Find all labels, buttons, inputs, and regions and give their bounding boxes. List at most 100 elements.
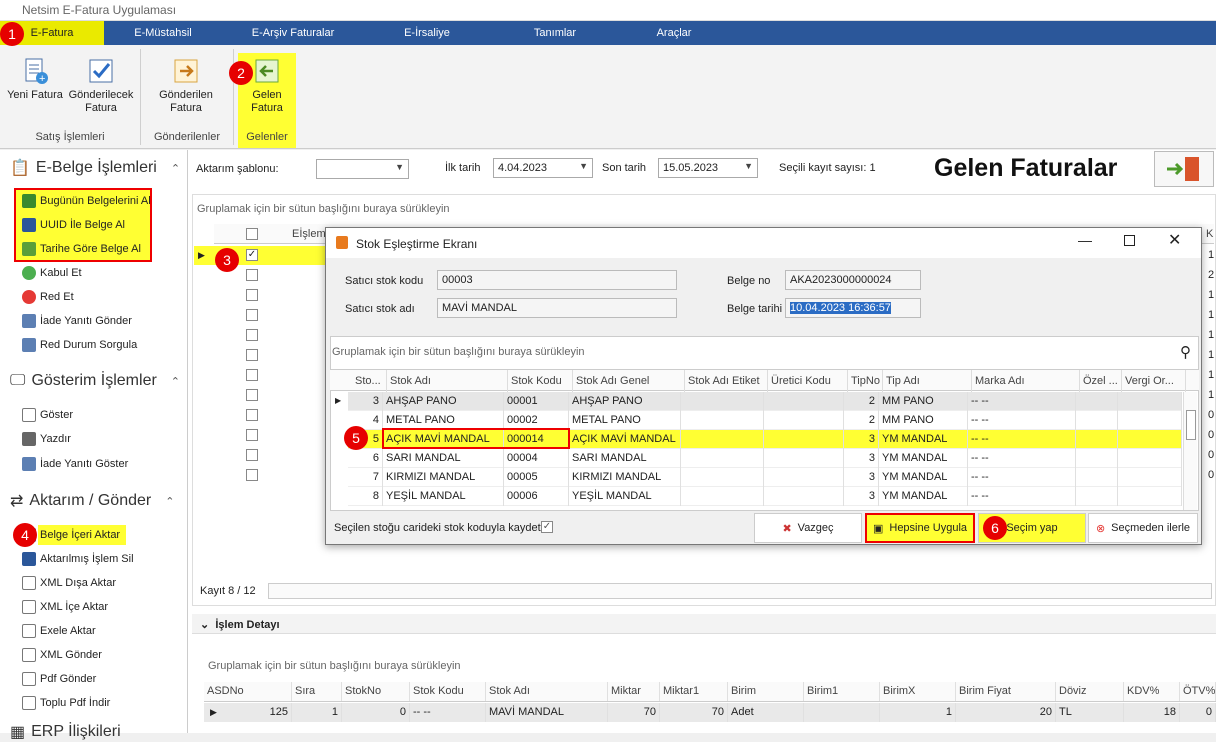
row-checkbox[interactable] <box>246 369 258 381</box>
stok-col-header[interactable]: Stok Kodu <box>508 370 573 392</box>
sidebar-item-iade-goster[interactable]: İade Yanıtı Göster <box>22 454 128 474</box>
stok-cell: 2 <box>844 392 879 411</box>
detail-col-header[interactable]: Miktar <box>608 682 660 701</box>
vazgec-button[interactable]: ✖ Vazgeç <box>754 513 862 543</box>
detail-col-header[interactable]: StokNo <box>342 682 410 701</box>
row-checkbox[interactable] <box>246 409 258 421</box>
secmeden-ilerle-button[interactable]: ⊗ Seçmeden ilerle <box>1088 513 1198 543</box>
detail-col-header[interactable]: Stok Kodu <box>410 682 486 701</box>
minimize-icon[interactable]: — <box>1078 232 1092 248</box>
detail-col-header[interactable]: Birim <box>728 682 804 701</box>
tab-e-mustahsil[interactable]: E-Müstahsil <box>108 21 218 45</box>
stok-col-header[interactable]: Stok Adı <box>387 370 508 392</box>
sidebar-item-xml-gonder[interactable]: XML Gönder <box>22 645 102 665</box>
belge-no-field[interactable]: AKA2023000000024 <box>785 270 921 290</box>
sidebar-item-yazdir[interactable]: Yazdır <box>22 429 71 449</box>
save-checkbox[interactable]: ✓ <box>541 521 553 533</box>
stok-cell <box>681 430 764 449</box>
row-checkbox[interactable]: ✓ <box>246 249 258 261</box>
tab-e-arsiv[interactable]: E-Arşiv Faturalar <box>222 21 364 45</box>
sidebar-item-exele[interactable]: Exele Aktar <box>22 621 96 641</box>
stok-row[interactable]: 7 KIRMIZI MANDAL 00005 KIRMIZI MANDAL 3 YM MA… <box>348 468 1182 487</box>
checkmark-icon <box>86 57 116 85</box>
dialog-app-icon <box>336 236 348 249</box>
section-aktarim[interactable]: ⇄ Aktarım / Gönder ⌃ <box>10 491 174 511</box>
belge-tarihi-field[interactable]: 10.04.2023 16:36:57 <box>785 298 921 318</box>
sidebar-item-xml-disa[interactable]: XML Dışa Aktar <box>22 573 116 593</box>
stok-row[interactable]: 6 SARI MANDAL 00004 SARI MANDAL 3 YM MANDAL --… <box>348 449 1182 468</box>
son-tarih-input[interactable]: 15.05.2023 ▼ <box>658 158 758 178</box>
detail-header[interactable] <box>192 614 1216 634</box>
sidebar-item-tarih[interactable]: Tarihe Göre Belge Al <box>22 239 141 259</box>
detail-col-header[interactable]: Birim Fiyat <box>956 682 1056 701</box>
satici-stok-kodu-field[interactable]: 00003 <box>437 270 677 290</box>
detail-col-header[interactable]: Miktar1 <box>660 682 728 701</box>
stok-col-header[interactable]: TipNo <box>848 370 883 392</box>
sidebar-item-goster[interactable]: Göster <box>22 405 73 425</box>
horizontal-scrollbar[interactable] <box>268 583 1212 599</box>
row-checkbox[interactable] <box>246 309 258 321</box>
sidebar-item-toplu-pdf[interactable]: Toplu Pdf İndir <box>22 693 110 713</box>
close-icon[interactable]: ✕ <box>1168 230 1181 250</box>
detail-col-header[interactable]: BirimX <box>880 682 956 701</box>
tab-araclar[interactable]: Araçlar <box>624 21 724 45</box>
detail-col-header[interactable]: ÖTV% <box>1180 682 1216 701</box>
selected-row[interactable] <box>194 246 328 265</box>
select-all-checkbox[interactable] <box>246 228 258 240</box>
stok-cell: -- -- <box>968 392 1076 411</box>
stok-col-header[interactable]: Üretici Kodu <box>768 370 848 392</box>
detail-col-header[interactable]: Stok Adı <box>486 682 608 701</box>
son-tarih-value: 15.05.2023 <box>663 162 719 174</box>
row-checkbox[interactable] <box>246 449 258 461</box>
row-checkbox[interactable] <box>246 269 258 281</box>
tab-e-irsaliye[interactable]: E-İrsaliye <box>368 21 486 45</box>
detail-col-header[interactable]: ASDNo <box>204 682 292 701</box>
stok-col-header[interactable]: Sto... <box>352 370 387 392</box>
row-checkbox[interactable] <box>246 349 258 361</box>
tab-tanimlar[interactable]: Tanımlar <box>490 21 620 45</box>
stok-col-header[interactable]: Vergi Or... <box>1122 370 1186 392</box>
stok-row[interactable]: 3 AHŞAP PANO 00001 AHŞAP PANO 2 MM PANO -- -- <box>348 392 1182 411</box>
section-e-belge[interactable]: 📋 E-Belge İşlemleri ⌃ <box>10 158 180 178</box>
row-checkbox[interactable] <box>246 389 258 401</box>
aktarim-combo[interactable]: ▼ <box>316 159 409 179</box>
search-icon[interactable]: ⚲ <box>1180 343 1191 361</box>
sidebar-item-kabul[interactable]: Kabul Et <box>22 263 82 283</box>
maximize-icon[interactable] <box>1124 235 1135 246</box>
stok-col-header[interactable]: Özel ... <box>1080 370 1122 392</box>
sidebar-item-uuid[interactable]: UUID İle Belge Al <box>22 215 125 235</box>
sidebar-item-iade[interactable]: İade Yanıtı Gönder <box>22 311 132 331</box>
row-checkbox[interactable] <box>246 329 258 341</box>
hepsine-uygula-button[interactable]: ▣ Hepsine Uygula <box>865 513 975 543</box>
section-gosterim[interactable]: 🖵 Gösterim İşlemler ⌃ <box>10 372 180 390</box>
gonderilen-fatura-button[interactable]: Gönderilen Fatura <box>152 57 220 115</box>
sidebar-item-red-durum[interactable]: Red Durum Sorgula <box>22 335 137 355</box>
gonderilecek-fatura-button[interactable]: Gönderilecek Fatura <box>66 57 136 115</box>
exit-button[interactable] <box>1154 151 1214 187</box>
stok-col-header[interactable]: Marka Adı <box>972 370 1080 392</box>
stok-row[interactable]: 8 YEŞİL MANDAL 00006 YEŞİL MANDAL 3 YM MANDAL… <box>348 487 1182 506</box>
detail-title-text: İşlem Detayı <box>215 619 280 631</box>
satici-stok-adi-field[interactable]: MAVİ MANDAL <box>437 298 677 318</box>
sidebar-item-pdf-gonder[interactable]: Pdf Gönder <box>22 669 96 689</box>
row-checkbox[interactable] <box>246 289 258 301</box>
step-badge-6: 6 <box>983 516 1007 540</box>
stok-col-header[interactable]: Stok Adı Genel <box>573 370 685 392</box>
yeni-fatura-button[interactable]: + Yeni Fatura <box>6 57 64 102</box>
scroll-thumb[interactable] <box>1186 410 1196 440</box>
detail-col-header[interactable]: Döviz <box>1056 682 1124 701</box>
detail-col-header[interactable]: Sıra <box>292 682 342 701</box>
stok-col-header[interactable]: Stok Adı Etiket <box>685 370 768 392</box>
stok-col-header[interactable]: Tip Adı <box>883 370 972 392</box>
section-erp[interactable]: ▦ ERP İlişkileri <box>10 722 121 742</box>
detail-col-header[interactable]: KDV% <box>1124 682 1180 701</box>
sidebar-item-bugun[interactable]: Bugünün Belgelerini Al <box>22 191 151 211</box>
row-checkbox[interactable] <box>246 469 258 481</box>
sidebar-item-aktarilmis-sil[interactable]: Aktarılmış İşlem Sil <box>22 549 134 569</box>
row-checkbox[interactable] <box>246 429 258 441</box>
vertical-scrollbar[interactable] <box>1183 392 1197 510</box>
sidebar-item-red[interactable]: Red Et <box>22 287 74 307</box>
ilk-tarih-input[interactable]: 4.04.2023 ▼ <box>493 158 593 178</box>
sidebar-item-xml-ice[interactable]: XML İçe Aktar <box>22 597 108 617</box>
detail-col-header[interactable]: Birim1 <box>804 682 880 701</box>
